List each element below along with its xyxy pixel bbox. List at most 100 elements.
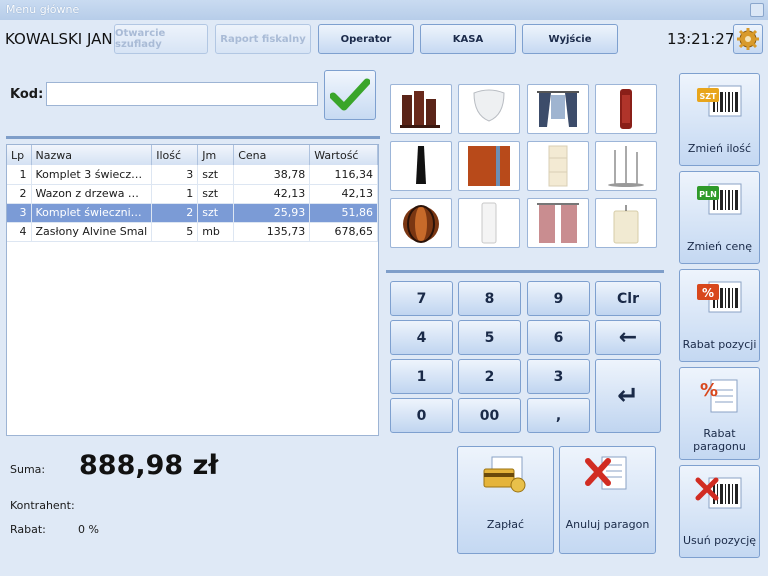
receipt-discount-button[interactable]: % Rabat paragonu	[679, 367, 760, 460]
separator	[386, 270, 664, 273]
product-tile-lamp-shade[interactable]	[458, 84, 520, 134]
qty-badge-text: SZT	[699, 92, 717, 101]
product-tile-candle-set[interactable]	[390, 84, 452, 134]
table-row-selected[interactable]: 3 Komplet świeczni… 2 szt 25,93 51,86	[7, 203, 378, 223]
key-6[interactable]: 6	[527, 320, 590, 355]
cell-lp: 2	[7, 184, 32, 204]
cell-unit: mb	[197, 222, 235, 242]
product-tile-pink-curtains[interactable]	[527, 198, 589, 248]
key-1[interactable]: 1	[390, 359, 453, 394]
fiscal-report-button[interactable]: Raport fiskalny	[215, 24, 311, 54]
paper-lamp-icon	[548, 145, 568, 187]
table-header-row: Lp Nazwa Ilość Jm Cena Wartość	[7, 145, 378, 165]
cell-unit: szt	[197, 165, 235, 185]
cell-qty: 1	[151, 184, 199, 204]
key-0[interactable]: 0	[390, 398, 453, 433]
cell-name: Komplet świeczni…	[31, 203, 153, 223]
settings-button[interactable]	[733, 24, 763, 54]
key-4[interactable]: 4	[390, 320, 453, 355]
product-tile-round-vase[interactable]	[390, 198, 452, 248]
product-tile-orange-curtains[interactable]	[458, 141, 520, 191]
remove-line-button[interactable]: Usuń pozycję	[679, 465, 760, 558]
receipt-items-table[interactable]: Lp Nazwa Ilość Jm Cena Wartość 1 Komplet…	[6, 144, 379, 436]
sum-label: Suma:	[10, 463, 46, 476]
exit-button[interactable]: Wyjście	[522, 24, 618, 54]
orange-curtains-icon	[468, 146, 510, 186]
code-input[interactable]	[46, 82, 318, 106]
key-clear[interactable]: Clr	[595, 281, 661, 316]
key-3[interactable]: 3	[527, 359, 590, 394]
change-price-button[interactable]: PLN Zmień cenę	[679, 171, 760, 264]
lamp-shade-icon	[473, 89, 505, 122]
change-quantity-label: Zmień ilość	[687, 142, 752, 155]
confirm-code-button[interactable]	[324, 70, 376, 120]
table-row[interactable]: 4 Zasłony Alvine Smal 5 mb 135,73 678,65	[7, 222, 378, 242]
key-backspace[interactable]: ←	[595, 320, 661, 355]
product-tile-candlesticks[interactable]	[595, 141, 657, 191]
column-header[interactable]: Lp	[7, 145, 32, 165]
line-discount-label: Rabat pozycji	[682, 338, 757, 351]
top-bar: KOWALSKI JAN Otwarcie szuflady Raport fi…	[0, 20, 768, 60]
key-8[interactable]: 8	[458, 281, 521, 316]
key-5[interactable]: 5	[458, 320, 521, 355]
pink-curtains-icon	[537, 203, 579, 243]
round-vase-icon	[403, 205, 439, 243]
table-row[interactable]: 2 Wazon z drzewa … 1 szt 42,13 42,13	[7, 184, 378, 204]
cell-qty: 2	[151, 203, 199, 223]
cash-button[interactable]: KASA	[420, 24, 516, 54]
cancel-receipt-button[interactable]: Anuluj paragon	[559, 446, 656, 554]
product-tile-paper-lamp[interactable]	[527, 141, 589, 191]
candle-set-icon	[400, 91, 440, 128]
tall-vase-icon	[620, 89, 632, 129]
product-tile-tall-vase[interactable]	[595, 84, 657, 134]
column-header[interactable]: Cena	[233, 145, 311, 165]
open-drawer-button[interactable]: Otwarcie szuflady	[114, 24, 208, 54]
key-comma[interactable]: ,	[527, 398, 590, 433]
key-2[interactable]: 2	[458, 359, 521, 394]
product-tile-black-vase[interactable]	[390, 141, 452, 191]
cell-name: Zasłony Alvine Smal	[31, 222, 153, 242]
change-price-label: Zmień cenę	[686, 240, 753, 253]
cell-price: 38,78	[233, 165, 311, 185]
barcode-discount-icon: %	[696, 281, 741, 313]
cell-lp: 3	[7, 203, 32, 223]
operator-name: KOWALSKI JAN	[5, 30, 113, 48]
column-header[interactable]: Nazwa	[31, 145, 153, 165]
cell-qty: 3	[151, 165, 199, 185]
column-header[interactable]: Wartość	[309, 145, 378, 165]
table-row[interactable]: 1 Komplet 3 świecz… 3 szt 38,78 116,34	[7, 165, 378, 185]
window-control-button[interactable]	[750, 3, 764, 17]
sum-value: 888,98 zł	[79, 450, 219, 481]
cell-value: 51,86	[309, 203, 378, 223]
cancel-document-icon	[584, 456, 626, 490]
barcode-remove-icon	[695, 477, 741, 509]
product-tile-pillar-candle[interactable]	[595, 198, 657, 248]
key-enter[interactable]: ↵	[595, 359, 661, 433]
product-tile-curtains[interactable]	[527, 84, 589, 134]
column-header[interactable]: Ilość	[151, 145, 199, 165]
cell-qty: 5	[151, 222, 199, 242]
change-quantity-button[interactable]: SZT Zmień ilość	[679, 73, 760, 166]
cell-value: 42,13	[309, 184, 378, 204]
column-header[interactable]: Jm	[197, 145, 235, 165]
product-tile-white-vase[interactable]	[458, 198, 520, 248]
percent-badge-text: %	[701, 286, 713, 300]
operator-button[interactable]: Operator	[318, 24, 414, 54]
separator	[6, 136, 380, 139]
barcode-quantity-icon: SZT	[696, 85, 741, 117]
clock: 13:21:27	[667, 30, 735, 48]
line-discount-button[interactable]: % Rabat pozycji	[679, 269, 760, 362]
pay-button[interactable]: Zapłać	[457, 446, 554, 554]
key-9[interactable]: 9	[527, 281, 590, 316]
check-icon	[330, 78, 370, 111]
cell-price: 135,73	[233, 222, 311, 242]
contractor-label: Kontrahent:	[10, 499, 75, 512]
cell-unit: szt	[197, 184, 235, 204]
cell-name: Komplet 3 świecz…	[31, 165, 153, 185]
key-00[interactable]: 00	[458, 398, 521, 433]
receipt-percent-text: %	[699, 380, 717, 401]
white-vase-icon	[481, 202, 497, 244]
receipt-discount-label: Rabat paragonu	[693, 427, 746, 453]
key-7[interactable]: 7	[390, 281, 453, 316]
cell-name: Wazon z drzewa …	[31, 184, 153, 204]
